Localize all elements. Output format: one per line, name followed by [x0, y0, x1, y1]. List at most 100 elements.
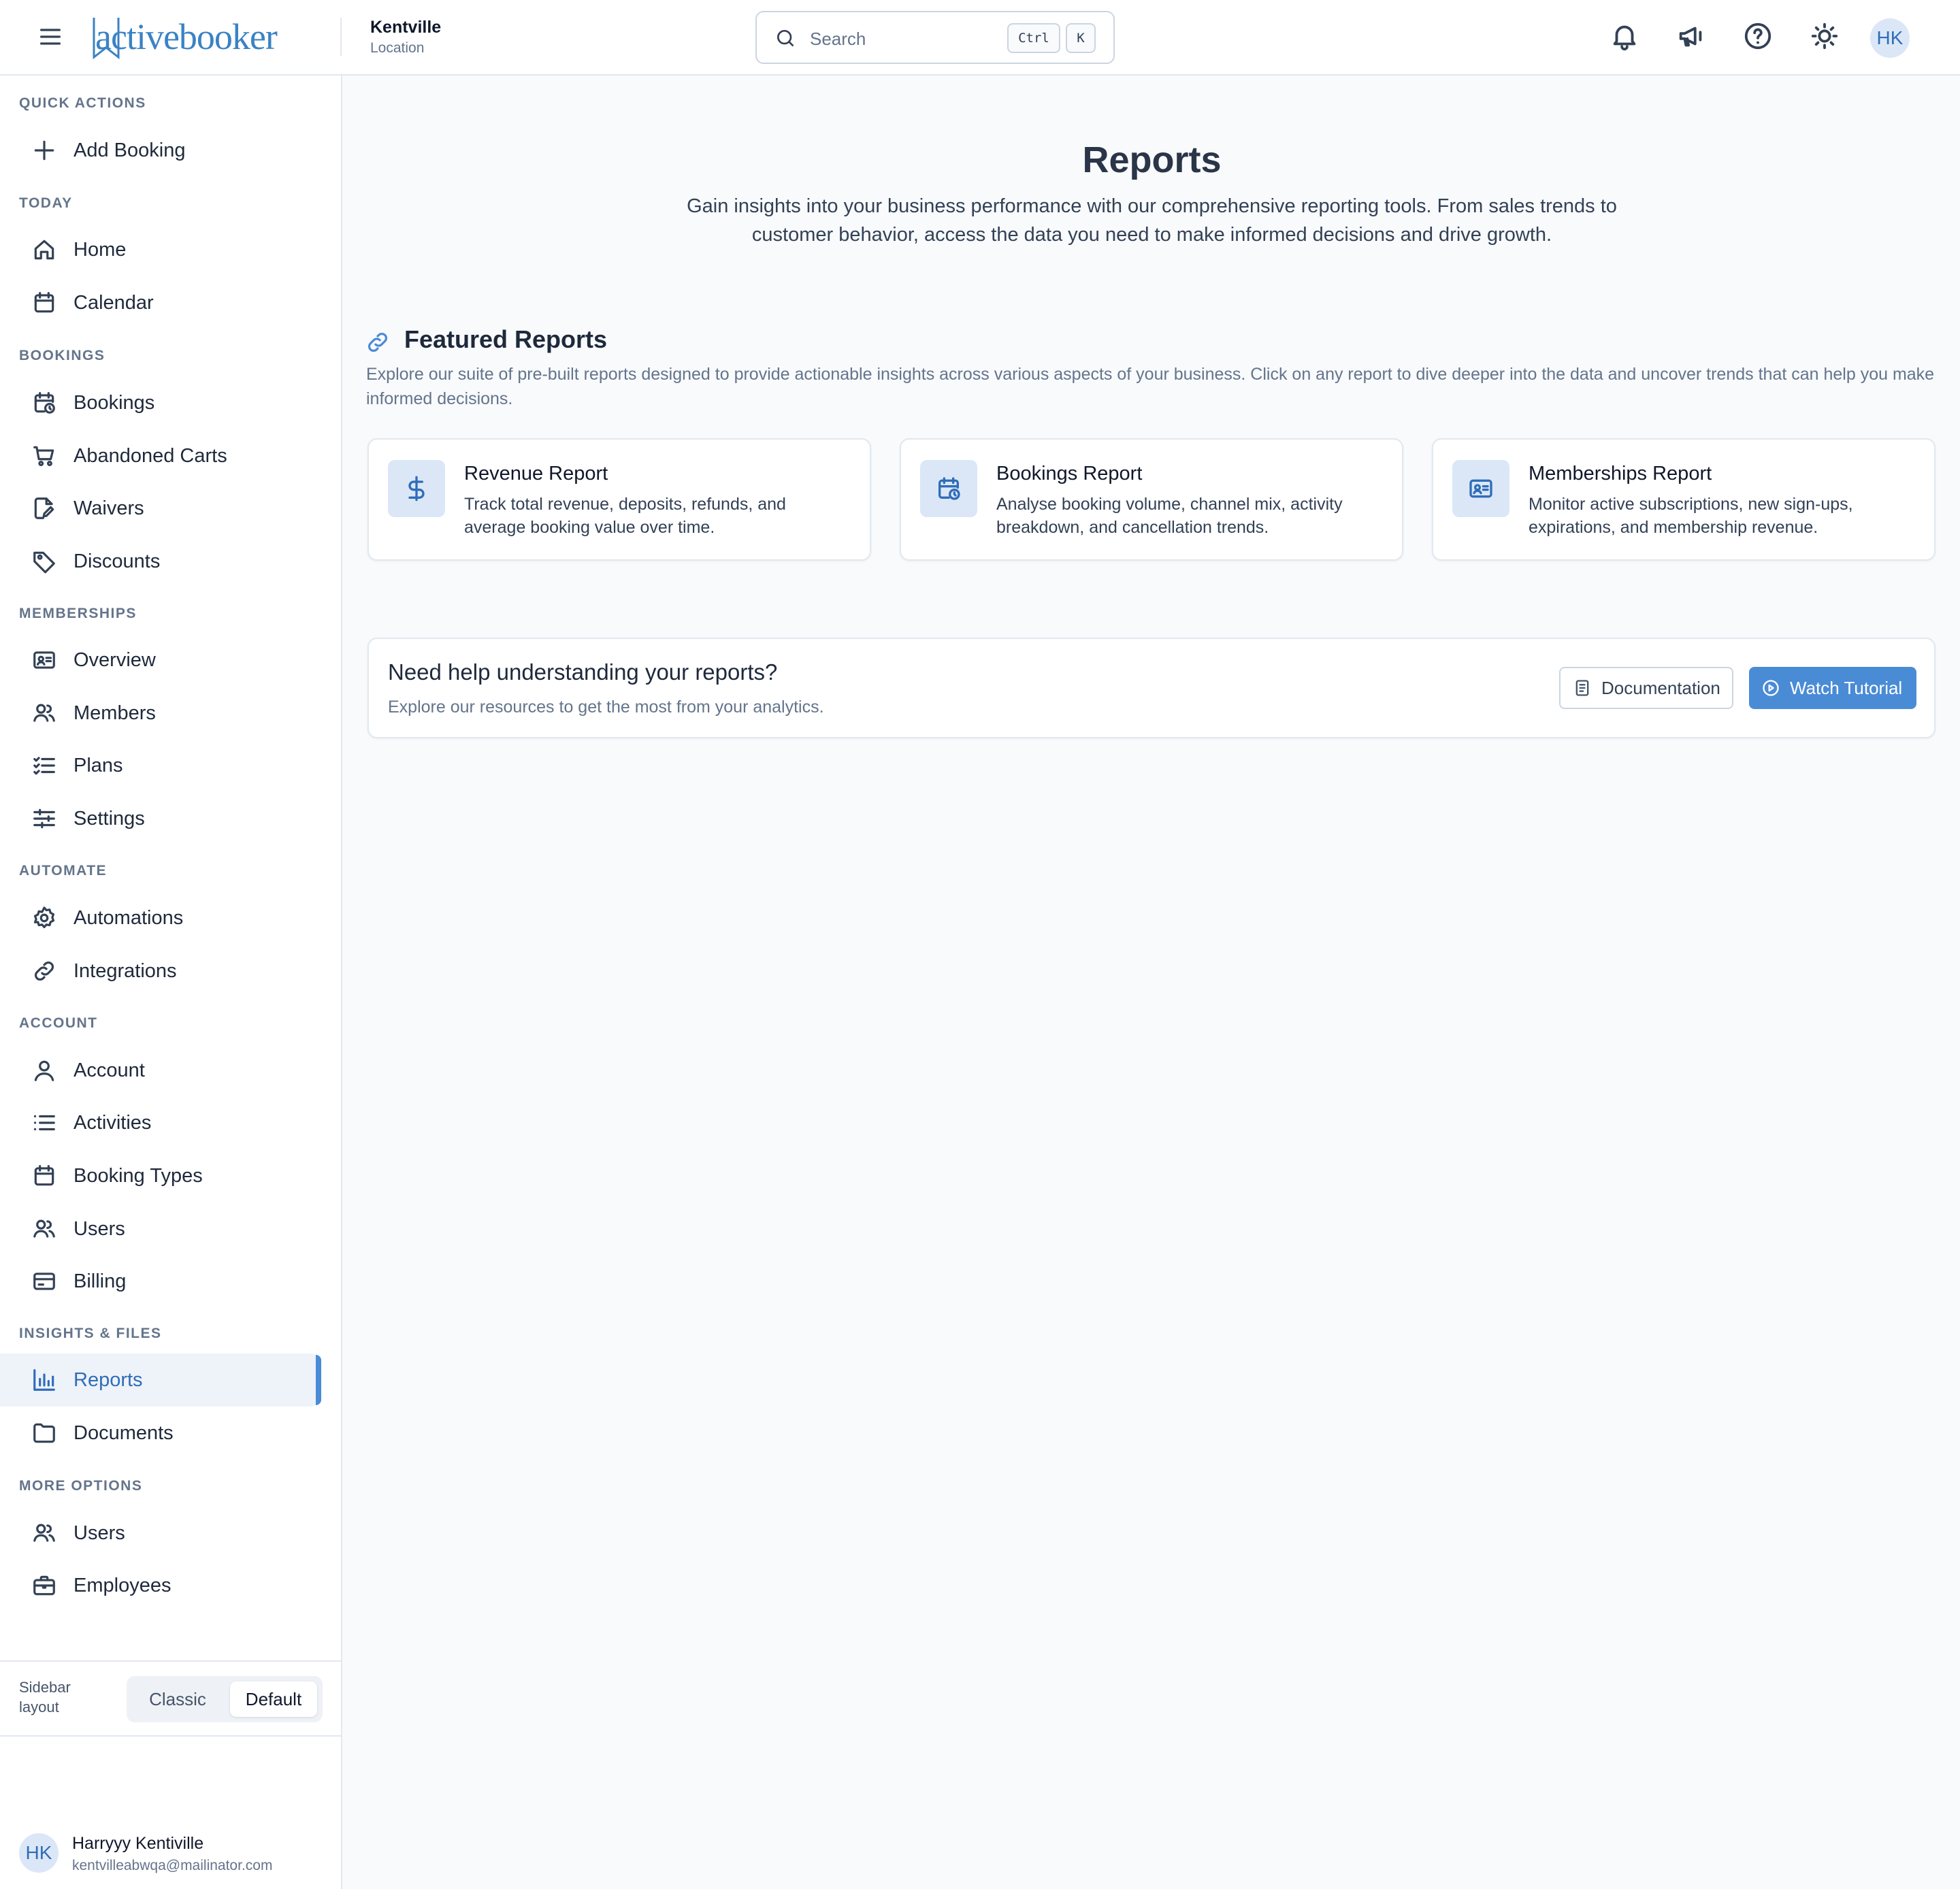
search-icon	[774, 27, 796, 49]
sidebar-item-reports[interactable]: Reports	[0, 1353, 321, 1407]
sidebar-item-label: Calendar	[74, 291, 154, 314]
layout-option-default[interactable]: Default	[230, 1681, 317, 1717]
location-switcher[interactable]: Kentville Location	[370, 18, 441, 56]
help-title: Need help understanding your reports?	[388, 659, 778, 685]
users-icon	[31, 1520, 57, 1546]
documentation-label: Documentation	[1601, 677, 1720, 698]
top-header: activebooker Kentville Location Search C…	[0, 0, 1960, 76]
sidebar-item-label: Booking Types	[74, 1164, 203, 1187]
document-icon	[1573, 678, 1592, 697]
link-icon	[31, 958, 57, 984]
users-icon	[31, 1216, 57, 1242]
sidebar-item-label: Plans	[74, 754, 123, 776]
section-account: ACCOUNT	[19, 1015, 98, 1031]
briefcase-icon	[31, 1573, 57, 1598]
sidebar-item-bookings[interactable]: Bookings	[0, 376, 320, 429]
activebooker-logo[interactable]: activebooker	[90, 11, 278, 63]
help-panel: Need help understanding your reports? Ex…	[368, 638, 1936, 738]
card-description: Monitor active subscriptions, new sign-u…	[1529, 495, 1853, 537]
shortcut-k-key: K	[1066, 23, 1096, 53]
sidebar-item-settings[interactable]: Settings	[0, 792, 320, 845]
card-title: Revenue Report	[464, 463, 608, 484]
sidebar-item-label: Home	[74, 238, 127, 261]
sidebar-item-label: Users	[74, 1217, 125, 1240]
sidebar-item-overview[interactable]: Overview	[0, 634, 320, 687]
section-today: TODAY	[19, 195, 73, 211]
sidebar-item-label: Documents	[74, 1422, 174, 1444]
watch-tutorial-button[interactable]: Watch Tutorial	[1749, 667, 1916, 709]
id-card-icon	[1452, 460, 1509, 517]
play-circle-icon	[1761, 678, 1780, 697]
sidebar-item-label: Bookings	[74, 391, 155, 414]
sidebar-item-automations[interactable]: Automations	[0, 891, 320, 944]
sidebar-user-name: Harryyy Kentiville	[72, 1834, 204, 1853]
bell-icon[interactable]	[1609, 20, 1640, 52]
layout-option-classic[interactable]: Classic	[132, 1681, 223, 1717]
sidebar-item-account[interactable]: Account	[0, 1044, 320, 1097]
sidebar-item-plans[interactable]: Plans	[0, 739, 320, 792]
sidebar-item-employees[interactable]: Employees	[0, 1559, 320, 1612]
location-name: Kentville	[370, 18, 442, 37]
user-avatar[interactable]: HK	[1870, 18, 1910, 58]
sidebar-item-label: Users	[74, 1522, 125, 1544]
sidebar-item-documents[interactable]: Documents	[0, 1407, 320, 1460]
sidebar-item-discounts[interactable]: Discounts	[0, 535, 320, 588]
sidebar-item-add-booking[interactable]: Add Booking	[0, 124, 320, 177]
user-icon	[31, 1057, 57, 1083]
page-title: Reports	[1082, 139, 1222, 180]
bookings-report-card[interactable]: Bookings Report Analyse booking volume, …	[900, 438, 1403, 561]
sidebar-item-label: Members	[74, 702, 156, 724]
featured-reports-title: Featured Reports	[404, 325, 608, 353]
sidebar-item-billing[interactable]: Billing	[0, 1255, 320, 1308]
bar-chart-icon	[31, 1367, 57, 1393]
sidebar-item-users[interactable]: Users	[0, 1202, 320, 1255]
plus-icon	[31, 137, 57, 163]
search-input[interactable]: Search Ctrl K	[755, 11, 1115, 64]
sidebar-item-members[interactable]: Members	[0, 687, 320, 740]
calendar-clock-icon	[31, 390, 57, 416]
help-subtitle: Explore our resources to get the most fr…	[388, 697, 824, 717]
sun-icon[interactable]	[1809, 20, 1840, 52]
folder-icon	[31, 1420, 57, 1446]
sidebar-item-label: Discounts	[74, 550, 161, 572]
watch-tutorial-label: Watch Tutorial	[1790, 677, 1903, 698]
sidebar: QUICK ACTIONS Add Booking TODAY Home Cal…	[0, 76, 342, 1889]
search-placeholder: Search	[810, 29, 866, 49]
list-checks-icon	[31, 753, 57, 778]
sidebar-item-calendar[interactable]: Calendar	[0, 276, 320, 329]
file-signature-icon	[31, 495, 57, 521]
sidebar-item-label: Employees	[74, 1574, 172, 1596]
sidebar-item-integrations[interactable]: Integrations	[0, 944, 320, 998]
sidebar-user-email: kentvilleabwqa@mailinator.com	[72, 1858, 273, 1873]
section-automate: AUTOMATE	[19, 863, 108, 878]
documentation-button[interactable]: Documentation	[1559, 667, 1733, 709]
sidebar-item-home[interactable]: Home	[0, 223, 320, 276]
card-title: Memberships Report	[1529, 463, 1712, 484]
section-quick-actions: QUICK ACTIONS	[19, 95, 146, 111]
id-card-icon	[31, 647, 57, 673]
location-label: Location	[370, 40, 425, 56]
calendar-clock-icon	[920, 460, 977, 517]
sidebar-user-avatar[interactable]: HK	[19, 1833, 59, 1873]
help-circle-icon[interactable]	[1742, 20, 1774, 52]
sidebar-item-label: Account	[74, 1059, 145, 1081]
sidebar-item-label: Settings	[74, 807, 145, 829]
card-description: Analyse booking volume, channel mix, act…	[996, 495, 1343, 537]
sidebar-item-more-users[interactable]: Users	[0, 1507, 320, 1560]
dollar-icon	[388, 460, 445, 517]
megaphone-icon[interactable]	[1676, 20, 1707, 52]
memberships-report-card[interactable]: Memberships Report Monitor active subscr…	[1432, 438, 1936, 561]
revenue-report-card[interactable]: Revenue Report Track total revenue, depo…	[368, 438, 871, 561]
sidebar-item-booking-types[interactable]: Booking Types	[0, 1149, 320, 1202]
sidebar-item-label: Add Booking	[74, 139, 186, 161]
sidebar-item-waivers[interactable]: Waivers	[0, 482, 320, 535]
hamburger-menu-icon[interactable]	[37, 23, 64, 50]
sidebar-layout-label: Sidebar layout	[19, 1679, 71, 1715]
card-description: Track total revenue, deposits, refunds, …	[464, 495, 786, 537]
gear-icon	[31, 905, 57, 931]
cart-icon	[31, 443, 57, 469]
sidebar-item-activities[interactable]: Activities	[0, 1096, 320, 1149]
sidebar-user-divider	[0, 1735, 342, 1737]
page-subtitle: Gain insights into your business perform…	[687, 195, 1617, 246]
sidebar-item-abandoned-carts[interactable]: Abandoned Carts	[0, 429, 320, 482]
